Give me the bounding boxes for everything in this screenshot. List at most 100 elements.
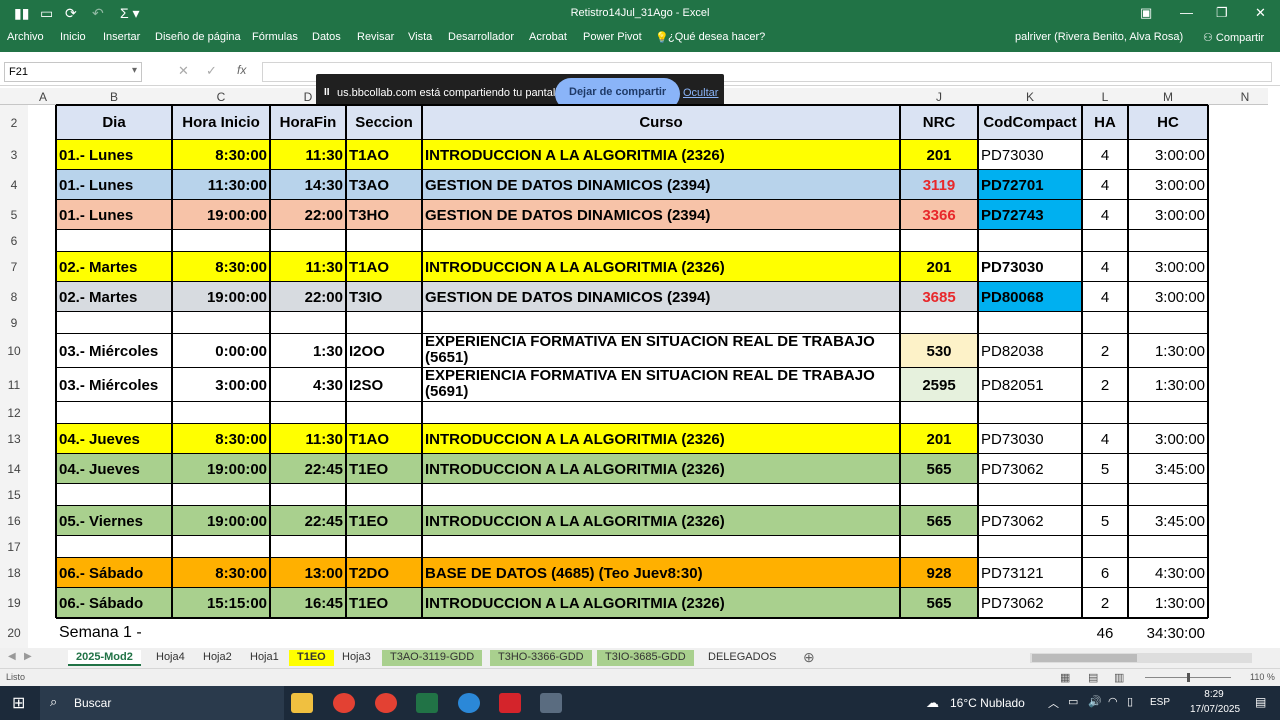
chrome-icon[interactable] — [333, 693, 355, 713]
minimize-icon[interactable]: — — [1180, 5, 1193, 20]
cell-dia[interactable]: 03.- Miércoles — [56, 334, 172, 368]
total-ha[interactable]: 46 — [1082, 618, 1128, 648]
language[interactable]: ESP — [1150, 697, 1170, 708]
cell-nrc[interactable]: 2595 — [900, 368, 978, 402]
cell-nrc[interactable]: 928 — [900, 558, 978, 588]
cell-sec[interactable]: T3IO — [346, 282, 422, 312]
cell-sec[interactable]: T2DO — [346, 558, 422, 588]
cell-nrc[interactable] — [900, 402, 978, 424]
cell-hc[interactable]: 1:30:00 — [1128, 368, 1208, 402]
cell-sec[interactable]: T3HO — [346, 200, 422, 230]
sheet-tab[interactable]: T3IO-3685-GDD — [597, 650, 694, 666]
cell-sec[interactable]: T1AO — [346, 252, 422, 282]
cell-curso[interactable]: INTRODUCCION A LA ALGORITMIA (2326) — [422, 588, 900, 618]
cell-ha[interactable]: 2 — [1082, 368, 1128, 402]
name-box[interactable]: F21 — [4, 62, 142, 82]
tab-scroll-right-icon[interactable]: ▶ — [24, 651, 32, 662]
cell-fin[interactable]: 14:30 — [270, 170, 346, 200]
cell-sec[interactable]: T1EO — [346, 506, 422, 536]
cell-sec[interactable]: T1EO — [346, 588, 422, 618]
cell-cod[interactable]: PD73121 — [978, 558, 1082, 588]
cell-sec[interactable] — [346, 402, 422, 424]
cell-fin[interactable]: 11:30 — [270, 140, 346, 170]
row-header[interactable]: 19 — [0, 596, 28, 610]
cell-cod[interactable] — [978, 536, 1082, 558]
zoom-level[interactable]: 110 % — [1250, 672, 1275, 682]
row-header[interactable]: 9 — [0, 316, 28, 330]
menu-insertar[interactable]: Insertar — [103, 31, 140, 43]
cell-ha[interactable] — [1082, 484, 1128, 506]
cell-ha[interactable]: 4 — [1082, 282, 1128, 312]
header-cell[interactable]: NRC — [900, 105, 978, 140]
chrome-profile-icon[interactable] — [375, 693, 397, 713]
share-button[interactable]: ⚇ Compartir — [1203, 31, 1264, 44]
total-label[interactable]: Semana 1 - — [56, 618, 456, 648]
cell-nrc[interactable]: 201 — [900, 252, 978, 282]
maximize-icon[interactable]: ❐ — [1216, 5, 1228, 21]
header-cell[interactable]: HA — [1082, 105, 1128, 140]
scrollbar-thumb[interactable] — [1032, 654, 1137, 662]
battery-icon[interactable]: ▭ — [1068, 695, 1078, 708]
cell-ini[interactable]: 3:00:00 — [172, 368, 270, 402]
cell-sec[interactable] — [346, 230, 422, 252]
cell-dia[interactable] — [56, 402, 172, 424]
cell-cod[interactable]: PD72701 — [978, 170, 1082, 200]
cell-ini[interactable]: 19:00:00 — [172, 454, 270, 484]
cell-ha[interactable]: 4 — [1082, 140, 1128, 170]
excel-taskbar-icon[interactable] — [416, 693, 438, 713]
volume-icon[interactable]: 🔊 — [1088, 695, 1102, 708]
cell-hc[interactable] — [1128, 484, 1208, 506]
cell-nrc[interactable]: 201 — [900, 140, 978, 170]
cell-ini[interactable] — [172, 484, 270, 506]
header-cell[interactable]: Dia — [56, 105, 172, 140]
sheet-tab[interactable]: Hoja4 — [148, 650, 193, 666]
cell-ha[interactable] — [1082, 312, 1128, 334]
cell-curso[interactable]: EXPERIENCIA FORMATIVA EN SITUACION REAL … — [422, 334, 900, 368]
cell-hc[interactable]: 3:00:00 — [1128, 424, 1208, 454]
weather-text[interactable]: 16°C Nublado — [950, 696, 1025, 710]
cell-fin[interactable]: 11:30 — [270, 424, 346, 454]
row-header[interactable]: 11 — [0, 378, 28, 392]
cell-ini[interactable]: 0:00:00 — [172, 334, 270, 368]
cell-cod[interactable] — [978, 230, 1082, 252]
cell-nrc[interactable] — [900, 312, 978, 334]
cell-fin[interactable]: 22:45 — [270, 454, 346, 484]
header-cell[interactable]: HoraFin — [270, 105, 346, 140]
calculator-icon[interactable] — [540, 693, 562, 713]
row-header[interactable]: 13 — [0, 432, 28, 446]
cell-dia[interactable] — [56, 312, 172, 334]
cell-dia[interactable]: 04.- Jueves — [56, 424, 172, 454]
cell-ini[interactable] — [172, 230, 270, 252]
cell-fin[interactable]: 16:45 — [270, 588, 346, 618]
enter-icon[interactable]: ✓ — [206, 63, 217, 79]
sheet-tab[interactable]: T3HO-3366-GDD — [490, 650, 592, 666]
cell-sec[interactable] — [346, 536, 422, 558]
cell-curso[interactable]: GESTION DE DATOS DINAMICOS (2394) — [422, 200, 900, 230]
cancel-icon[interactable]: ✕ — [178, 63, 189, 79]
cell-curso[interactable]: GESTION DE DATOS DINAMICOS (2394) — [422, 282, 900, 312]
cell-curso[interactable]: GESTION DE DATOS DINAMICOS (2394) — [422, 170, 900, 200]
cell-nrc[interactable]: 530 — [900, 334, 978, 368]
cell-dia[interactable]: 05.- Viernes — [56, 506, 172, 536]
cell-hc[interactable]: 4:30:00 — [1128, 558, 1208, 588]
cell-dia[interactable]: 06.- Sábado — [56, 558, 172, 588]
cell-ini[interactable]: 8:30:00 — [172, 252, 270, 282]
cell-hc[interactable]: 3:00:00 — [1128, 140, 1208, 170]
tray-chevron-icon[interactable]: ︿ — [1048, 695, 1059, 711]
cell-ha[interactable]: 4 — [1082, 200, 1128, 230]
horizontal-scrollbar[interactable] — [1030, 653, 1252, 663]
cell-cod[interactable] — [978, 484, 1082, 506]
cell-ha[interactable] — [1082, 230, 1128, 252]
cell-ha[interactable]: 5 — [1082, 454, 1128, 484]
cell-ini[interactable]: 19:00:00 — [172, 282, 270, 312]
cell-curso[interactable] — [422, 312, 900, 334]
menu-acrobat[interactable]: Acrobat — [529, 31, 567, 43]
cell-sec[interactable]: T3AO — [346, 170, 422, 200]
cell-ini[interactable] — [172, 402, 270, 424]
cell-nrc[interactable]: 3119 — [900, 170, 978, 200]
cell-nrc[interactable]: 565 — [900, 454, 978, 484]
cell-dia[interactable]: 01.- Lunes — [56, 200, 172, 230]
cell-cod[interactable]: PD73062 — [978, 454, 1082, 484]
row-header[interactable]: 16 — [0, 514, 28, 528]
cell-hc[interactable]: 3:45:00 — [1128, 454, 1208, 484]
